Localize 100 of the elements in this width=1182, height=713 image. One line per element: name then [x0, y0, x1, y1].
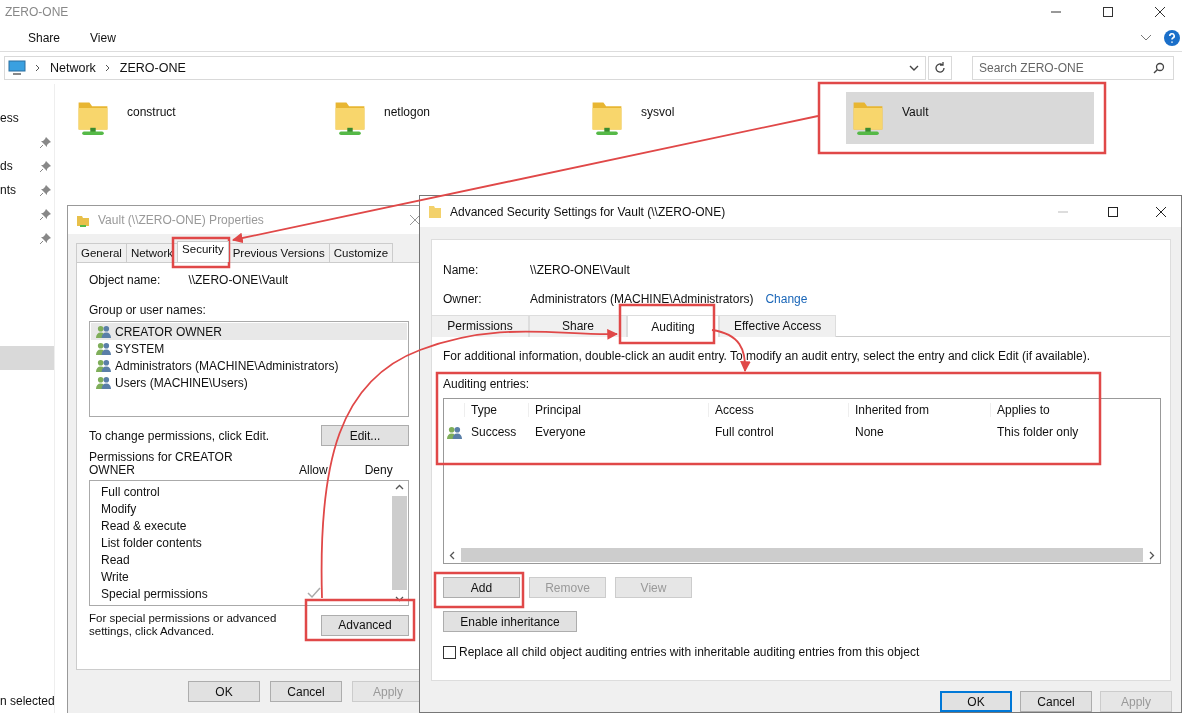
folder-name: Vault: [902, 105, 929, 119]
table-cell-text: This folder only: [996, 425, 1080, 439]
permission-name: Read: [101, 552, 130, 567]
folder-name: construct: [127, 105, 176, 119]
user-item[interactable]: SYSTEM: [91, 340, 407, 357]
annotation-box: [171, 236, 231, 269]
section-label: Auditing entries:: [443, 377, 530, 391]
field-value: Administrators (MACHINE\Administrators): [530, 291, 754, 306]
maximize-icon[interactable]: [1102, 6, 1114, 18]
hint-text: For special permissions or advanced settings, click Advanced.: [89, 612, 278, 638]
scroll-down-icon[interactable]: [395, 596, 404, 602]
folder-name: netlogon: [384, 105, 431, 119]
table-cell-text: Success: [470, 425, 518, 439]
folder-item[interactable]: construct: [71, 92, 310, 144]
breadcrumb-item[interactable]: Network: [50, 61, 96, 75]
sidebar-item[interactable]: nts: [0, 183, 16, 197]
permission-name: Read & execute: [101, 518, 187, 533]
section-label: Permissions for CREATOR OWNER: [89, 451, 234, 477]
folder-item[interactable]: netlogon: [328, 92, 567, 144]
folder-item[interactable]: Vault: [846, 92, 1094, 144]
field-value: \\ZERO-ONE\Vault: [530, 262, 630, 277]
users-icon: [95, 324, 112, 339]
user-name: CREATOR OWNER: [115, 324, 222, 339]
dialog-button[interactable]: OK: [940, 691, 1012, 712]
help-icon[interactable]: [1164, 29, 1180, 46]
entry-button[interactable]: Add: [443, 577, 520, 598]
permission-name: List folder contents: [101, 535, 202, 550]
tab[interactable]: Auditing: [627, 315, 719, 337]
column-header[interactable]: Type: [464, 403, 528, 417]
ribbon-tab[interactable]: View: [90, 30, 116, 45]
user-name: SYSTEM: [115, 341, 165, 356]
tab[interactable]: Customize: [328, 243, 394, 262]
search-icon: [1153, 62, 1165, 74]
table-cell-text: Everyone: [534, 425, 587, 439]
field-value: \\ZERO-ONE\Vault: [188, 273, 289, 287]
user-item[interactable]: Administrators (MACHINE\Administrators): [91, 357, 407, 374]
column-header: Allow: [299, 463, 328, 477]
chevron-icon[interactable]: [1140, 33, 1152, 42]
window-title: ZERO-ONE: [5, 5, 69, 19]
user-item[interactable]: Users (MACHINE\Users): [91, 374, 407, 391]
users-icon: [95, 358, 112, 373]
change-link[interactable]: Change: [765, 291, 808, 306]
sidebar-item[interactable]: ds: [0, 159, 13, 173]
field-label: Object name:: [89, 273, 161, 287]
chevron-right-icon: [104, 64, 111, 72]
users-icon: [95, 341, 112, 356]
dialog-title: Vault (\\ZERO-ONE) Properties: [98, 213, 264, 227]
column-header: Deny: [364, 463, 393, 477]
scroll-up-icon[interactable]: [395, 484, 404, 490]
column-header[interactable]: Inherited from: [848, 403, 990, 417]
advanced-button[interactable]: Advanced: [321, 614, 409, 636]
table-cell-text: None: [854, 425, 885, 439]
checkbox[interactable]: [443, 645, 456, 659]
sidebar-item[interactable]: ess: [0, 111, 19, 125]
column-header[interactable]: Applies to: [990, 403, 1140, 417]
user-name: Administrators (MACHINE\Administrators): [115, 358, 339, 373]
users-icon: [95, 375, 112, 390]
maximize-icon[interactable]: [1107, 205, 1119, 218]
computer-icon: [8, 60, 26, 76]
refresh-icon[interactable]: [928, 56, 952, 80]
dialog-title: Advanced Security Settings for Vault (\\ZERO-ONE): [450, 204, 726, 219]
scroll-right-icon[interactable]: [1149, 550, 1155, 560]
users-icon: [445, 424, 463, 440]
search-field[interactable]: Search ZERO-ONE: [972, 56, 1174, 80]
user-item[interactable]: CREATOR OWNER: [91, 323, 407, 340]
hint-text: To change permissions, click Edit.: [89, 428, 270, 443]
section-label: Group or user names:: [89, 303, 207, 317]
tab[interactable]: Permissions: [432, 315, 529, 337]
close-icon[interactable]: [1155, 205, 1167, 218]
column-header[interactable]: Principal: [528, 403, 708, 417]
dialog-button[interactable]: Cancel: [270, 681, 342, 702]
dialog-button[interactable]: Cancel: [1020, 691, 1092, 712]
ribbon-tab[interactable]: Share: [28, 30, 61, 45]
user-name: Users (MACHINE\Users): [115, 375, 248, 390]
folder-name: sysvol: [641, 105, 675, 119]
chevron-right-icon: [35, 64, 41, 72]
edit-button[interactable]: Edit...: [321, 425, 409, 446]
status-text: n selected: [0, 694, 54, 710]
folder-item[interactable]: sysvol: [585, 92, 824, 144]
field-label: Name:: [443, 262, 480, 277]
dropdown-icon[interactable]: [909, 64, 919, 72]
permission-name: Modify: [101, 501, 137, 516]
tab[interactable]: General: [76, 243, 127, 262]
breadcrumb-item[interactable]: ZERO-ONE: [119, 61, 186, 75]
scroll-left-icon[interactable]: [449, 550, 455, 560]
tab[interactable]: Security: [177, 241, 229, 262]
dialog-button[interactable]: OK: [188, 681, 260, 702]
address-bar[interactable]: Network ZERO-ONE: [4, 56, 926, 80]
enable-inheritance-button[interactable]: Enable inheritance: [443, 611, 577, 632]
permission-name: Full control: [101, 484, 160, 499]
info-text: For additional information, double-click an audit entry. To modify an audit entry, select the entry and click Edit (if available).: [443, 349, 1090, 363]
permission-name: Special permissions: [101, 586, 208, 601]
field-label: Owner:: [443, 291, 483, 306]
permission-name: Write: [101, 569, 129, 584]
folder-icon: [76, 213, 90, 227]
column-header[interactable]: Access: [708, 403, 848, 417]
close-icon[interactable]: [1154, 6, 1166, 18]
tab[interactable]: Effective Access: [719, 315, 837, 337]
table-cell-text: Full control: [714, 425, 775, 439]
checkbox-label: Replace all child object auditing entries with inheritable auditing entries from this object: [459, 645, 920, 659]
